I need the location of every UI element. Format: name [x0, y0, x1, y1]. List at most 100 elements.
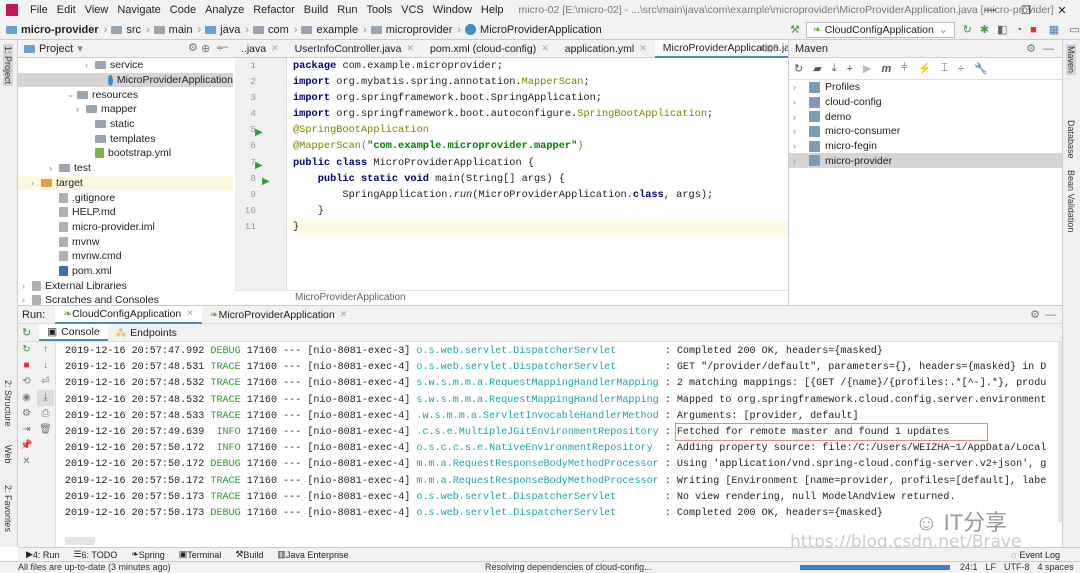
- tree-item[interactable]: MicroProviderApplication: [18, 72, 233, 88]
- maven-goal-icon[interactable]: m: [881, 63, 891, 75]
- camera-icon[interactable]: ◉: [18, 390, 35, 406]
- maven-project-item[interactable]: › demo: [789, 109, 1062, 124]
- menu-vcs[interactable]: VCS: [401, 4, 424, 16]
- tab-console[interactable]: ▣ Console: [39, 324, 108, 341]
- breadcrumb-item[interactable]: MicroProviderApplication: [465, 24, 607, 36]
- gear-icon[interactable]: ⚙: [1030, 308, 1040, 321]
- chevron-icon[interactable]: ›: [76, 104, 86, 114]
- console-scrollbar[interactable]: [1058, 342, 1062, 522]
- menu-build[interactable]: Build: [304, 4, 328, 16]
- tab-web[interactable]: Web: [3, 445, 13, 463]
- tool-window-build[interactable]: ⚒ Build: [235, 549, 263, 560]
- scroll-up-icon[interactable]: ↑: [37, 342, 54, 358]
- project-structure-icon[interactable]: ▦: [1049, 23, 1059, 36]
- tree-item[interactable]: › Scratches and Consoles: [18, 293, 233, 305]
- build-icon[interactable]: ⚒: [790, 23, 800, 36]
- tree-item[interactable]: .gitignore: [18, 190, 233, 205]
- menu-navigate[interactable]: Navigate: [117, 4, 160, 16]
- hide-icon[interactable]: —: [1045, 309, 1056, 321]
- breadcrumb-item[interactable]: micro-provider: [6, 24, 107, 36]
- event-log-button[interactable]: ◌ Event Log: [1011, 550, 1060, 560]
- tab-favorites[interactable]: 2: Favorites: [3, 485, 13, 532]
- line-separator[interactable]: LF: [986, 562, 997, 573]
- tree-item[interactable]: mvnw: [18, 234, 233, 249]
- breadcrumb-item[interactable]: main: [153, 24, 202, 36]
- tree-item[interactable]: mvnw.cmd: [18, 249, 233, 264]
- close-icon[interactable]: ✕: [541, 43, 549, 54]
- tree-item[interactable]: › service: [18, 58, 233, 73]
- hide-icon[interactable]: —: [1043, 43, 1054, 55]
- maven-project-item[interactable]: › cloud-config: [789, 95, 1062, 110]
- chevron-icon[interactable]: ›: [793, 141, 803, 151]
- tab-run-config[interactable]: ❧ MicroProviderApplication ✕: [202, 306, 356, 324]
- layout-icon[interactable]: ▭: [1069, 23, 1079, 36]
- tab-endpoints[interactable]: ⁂ Endpoints: [108, 324, 185, 342]
- code-editor[interactable]: package com.example.microprovider; import…: [293, 58, 788, 290]
- maven-project-item[interactable]: › micro-fegin: [789, 139, 1062, 154]
- close-button[interactable]: ✕: [1044, 4, 1080, 17]
- menu-analyze[interactable]: Analyze: [205, 4, 244, 16]
- tab-editor-file[interactable]: MicroProviderApplication.jav: [654, 39, 804, 58]
- restore-layout-icon[interactable]: ⟲: [18, 374, 35, 390]
- wrench-icon[interactable]: 🔧: [974, 62, 988, 75]
- maven-project-item[interactable]: › micro-consumer: [789, 124, 1062, 139]
- chevron-icon[interactable]: ⌄: [67, 89, 77, 100]
- pin-icon[interactable]: 📌: [18, 438, 35, 454]
- tab-structure[interactable]: 2: Structure: [3, 380, 13, 427]
- toggle-offline-icon[interactable]: ⫩: [901, 62, 907, 75]
- breadcrumb-item[interactable]: com: [253, 24, 297, 36]
- tool-window--todo[interactable]: ☰ 6: TODO: [73, 549, 117, 560]
- tab-editor-file[interactable]: ..java ✕: [233, 40, 287, 58]
- chevron-icon[interactable]: ›: [49, 163, 59, 173]
- background-task[interactable]: Resolving dependencies of cloud-config..…: [485, 562, 652, 573]
- run-gutter-icon[interactable]: ▶: [255, 160, 263, 171]
- gear-icon[interactable]: ⚙: [1026, 42, 1036, 55]
- tab-run-config[interactable]: ❧ CloudConfigApplication ✕: [55, 305, 202, 324]
- exit-icon[interactable]: ⇥: [18, 422, 35, 438]
- chevron-icon[interactable]: ›: [793, 126, 803, 136]
- profile-icon[interactable]: ◔: [1016, 24, 1023, 36]
- tree-item[interactable]: bootstrap.yml: [18, 146, 233, 161]
- tab-database[interactable]: Database: [1066, 120, 1076, 159]
- tree-item[interactable]: › test: [18, 161, 233, 176]
- menu-edit[interactable]: Edit: [57, 4, 76, 16]
- menu-window[interactable]: Window: [433, 4, 472, 16]
- tree-item[interactable]: HELP.md: [18, 205, 233, 220]
- tab-editor-file[interactable]: UserInfoController.java ✕: [287, 40, 422, 58]
- indent-setting[interactable]: 4 spaces: [1038, 562, 1074, 573]
- project-view-select[interactable]: Project: [39, 43, 73, 55]
- close-icon[interactable]: ✕: [639, 43, 647, 54]
- show-dependencies-icon[interactable]: ⌶: [941, 62, 948, 75]
- skip-tests-icon[interactable]: ⚡: [918, 62, 932, 75]
- tree-item[interactable]: ⌄ resources: [18, 87, 233, 102]
- breadcrumb-item[interactable]: java: [205, 24, 249, 36]
- chevron-icon[interactable]: ›: [793, 112, 803, 122]
- rerun-icon[interactable]: ↻: [22, 326, 31, 339]
- tree-item[interactable]: micro-provider.iml: [18, 220, 233, 235]
- tree-item[interactable]: pom.xml: [18, 264, 233, 279]
- breadcrumb-item[interactable]: microprovider: [370, 24, 461, 36]
- tree-item[interactable]: static: [18, 117, 233, 132]
- restore-button[interactable]: ❐: [1008, 4, 1044, 17]
- editor-breadcrumb[interactable]: MicroProviderApplication: [235, 290, 788, 305]
- close-icon[interactable]: ✕: [406, 43, 414, 54]
- chevron-icon[interactable]: ›: [793, 82, 803, 92]
- chevron-icon[interactable]: ›: [793, 156, 803, 166]
- maven-project-item[interactable]: › Profiles: [789, 80, 1062, 95]
- gear-icon[interactable]: ⚙: [188, 41, 198, 54]
- tree-item[interactable]: › target: [18, 175, 233, 191]
- locate-icon[interactable]: ⊕: [201, 42, 210, 55]
- tool-window-java-enterprise[interactable]: ▥ Java Enterprise: [277, 549, 348, 560]
- scroll-end-icon[interactable]: ⤓: [37, 390, 54, 406]
- clear-icon[interactable]: 🗑: [37, 422, 54, 438]
- print-icon[interactable]: ⎙: [37, 406, 54, 422]
- maven-project-item[interactable]: › micro-provider: [789, 153, 1062, 169]
- horizontal-scrollbar[interactable]: [65, 537, 95, 545]
- breadcrumb-item[interactable]: example: [301, 24, 366, 36]
- chevron-icon[interactable]: ›: [793, 97, 803, 107]
- scroll-down-icon[interactable]: ↓: [37, 358, 54, 374]
- tool-window-terminal[interactable]: ▣ Terminal: [179, 549, 222, 560]
- reload-icon[interactable]: ↻: [794, 62, 803, 75]
- stop-icon[interactable]: ■: [18, 358, 35, 374]
- tree-item[interactable]: templates: [18, 131, 233, 146]
